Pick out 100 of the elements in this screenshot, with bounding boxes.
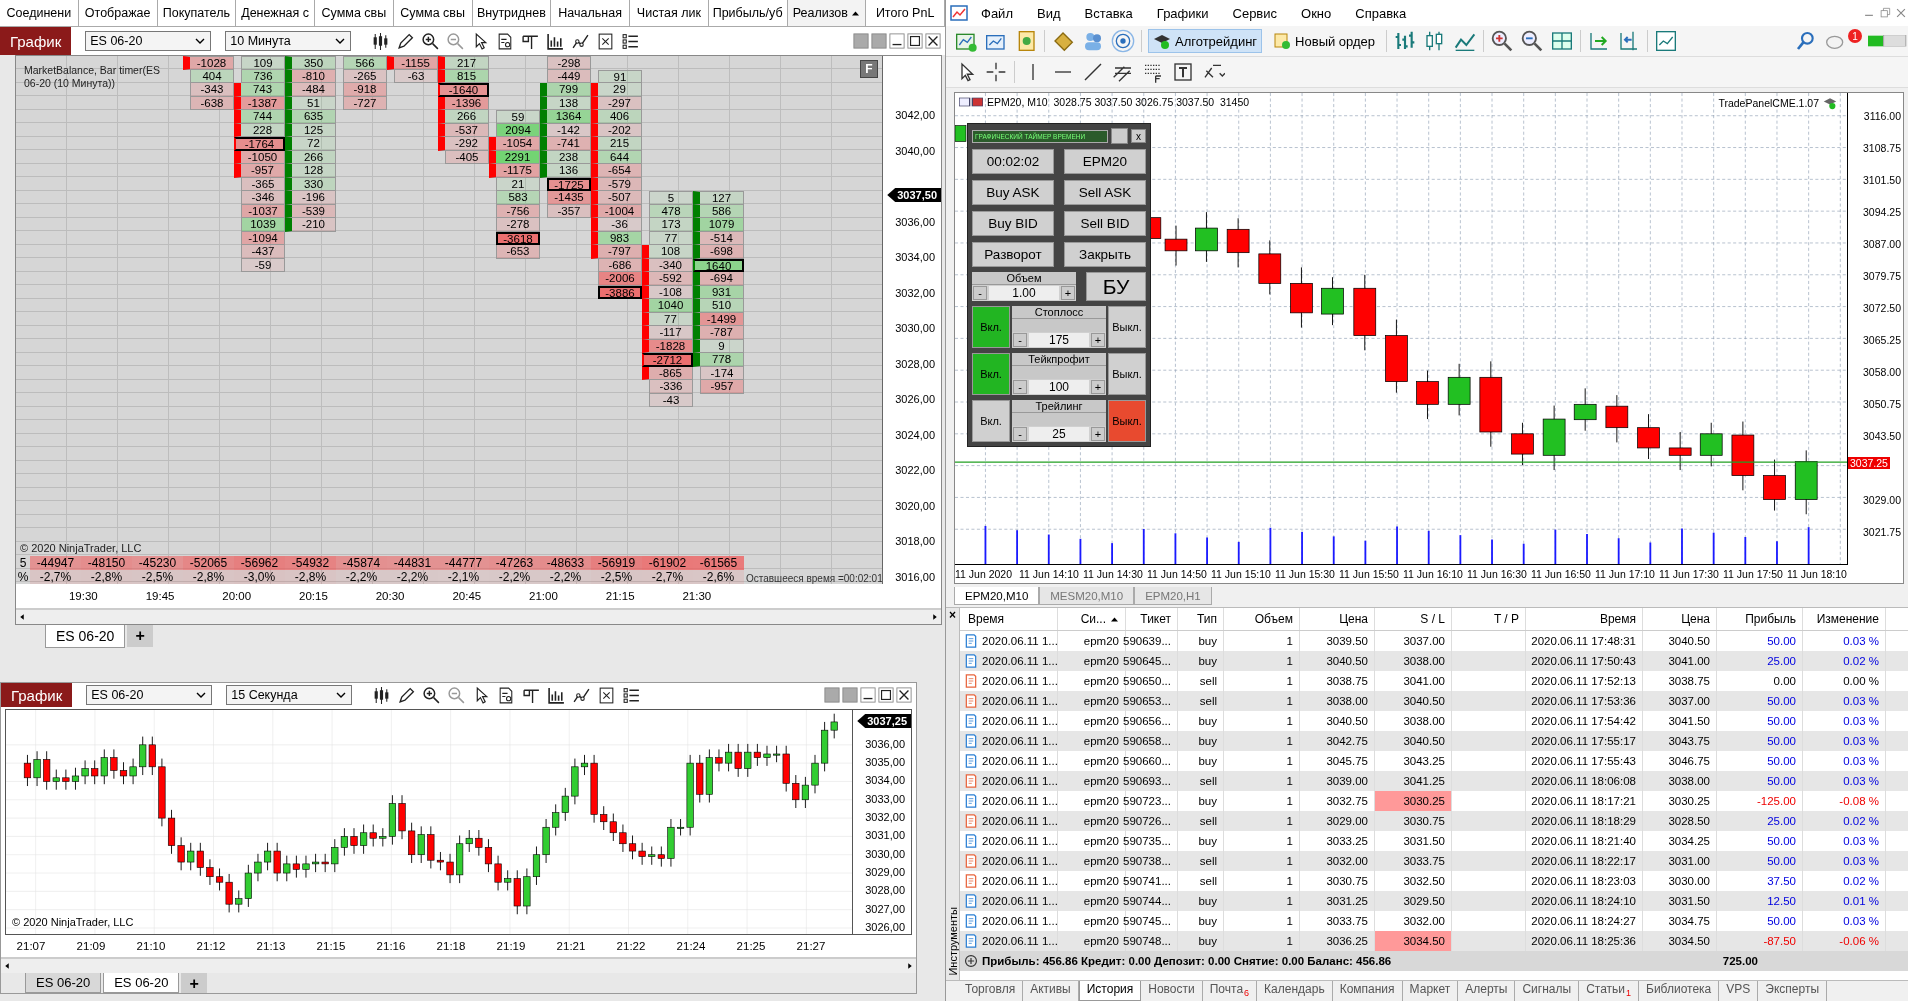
minimize-icon[interactable] [889, 33, 905, 49]
off-button[interactable]: Выкл. [1108, 400, 1146, 442]
timer-button[interactable]: 00:02:02 [972, 149, 1054, 174]
panel-tab[interactable]: Эксперты [1758, 981, 1827, 1001]
minus-button[interactable]: - [973, 286, 987, 300]
column-header[interactable]: Цена [1643, 608, 1717, 630]
zoom-out-icon[interactable] [1520, 29, 1545, 53]
chart-tab[interactable]: ES 06-20 [103, 973, 180, 993]
instrument-dropdown[interactable]: ES 06-20 [85, 31, 212, 51]
chart-button[interactable]: График [1, 683, 73, 707]
panel-tab[interactable]: Активы [1023, 981, 1079, 1001]
period-dropdown[interactable]: 10 Минута [225, 31, 352, 51]
tile-windows-icon[interactable] [1550, 29, 1575, 53]
on-button[interactable]: Вкл. [972, 306, 1010, 348]
column-header[interactable]: Время [960, 608, 1058, 630]
zoom-in-icon[interactable] [422, 685, 442, 705]
panel-tab[interactable]: Маркет [1402, 981, 1459, 1001]
menu-item[interactable]: Графики [1145, 5, 1220, 21]
on-button[interactable]: Вкл. [972, 400, 1010, 442]
histogram-icon[interactable] [547, 685, 567, 705]
trade-button[interactable]: Разворот [972, 242, 1054, 267]
crosshair-icon[interactable] [984, 60, 1008, 84]
trade-button[interactable]: Buy BID [972, 211, 1054, 236]
off-button[interactable]: Выкл. [1108, 306, 1146, 348]
column-header[interactable]: Тип [1178, 608, 1224, 630]
trade-button[interactable]: Sell BID [1064, 211, 1146, 236]
menu-item[interactable]: Файл [970, 5, 1024, 21]
plus-button[interactable]: + [1091, 333, 1105, 347]
minus-button[interactable]: - [1013, 333, 1027, 347]
chart-tab[interactable]: ES 06-20 [25, 973, 102, 993]
trade-button[interactable]: Sell ASK [1064, 180, 1146, 205]
plus-button[interactable]: + [1061, 286, 1075, 300]
period-dropdown[interactable]: 15 Секунда [226, 685, 353, 705]
scroll-right-icon[interactable] [906, 961, 914, 971]
minus-button[interactable]: - [1013, 380, 1027, 394]
minimize-icon[interactable] [860, 687, 876, 703]
template-icon[interactable] [1654, 29, 1679, 53]
minus-button[interactable]: - [1013, 427, 1027, 441]
scroll-left-icon[interactable] [3, 961, 11, 971]
column-header[interactable]: Прибыль [1717, 608, 1803, 630]
plus-button[interactable]: + [1091, 380, 1105, 394]
off-button[interactable]: Выкл. [1108, 353, 1146, 395]
chart-tab[interactable]: EPM20,M10 [954, 587, 1040, 605]
panel-tab[interactable]: Библиотека [1639, 981, 1720, 1001]
zoom-in-icon[interactable] [421, 31, 441, 51]
algo-trading-button[interactable]: Алготрейдинг [1148, 29, 1263, 53]
f-button[interactable]: F [860, 60, 878, 78]
expand-icon[interactable] [964, 954, 978, 968]
menu-item[interactable]: Вставка [1073, 5, 1144, 21]
list-icon[interactable] [621, 31, 641, 51]
text-box-icon[interactable] [1171, 60, 1195, 84]
value-field[interactable]: 1.00 [989, 286, 1059, 300]
column-header[interactable]: Реализов [787, 0, 867, 26]
scroll-right-icon[interactable] [931, 612, 939, 622]
menu-item[interactable]: Сервис [1221, 5, 1289, 21]
panel-tab[interactable]: Торговля [958, 981, 1024, 1001]
panel-tab[interactable]: Алерты [1458, 981, 1516, 1001]
trade-button[interactable]: Закрыть [1064, 242, 1146, 267]
side-panel-label[interactable]: Инструменты [946, 907, 959, 976]
zoom-in-icon[interactable] [1490, 29, 1515, 53]
value-field[interactable]: 175 [1029, 333, 1089, 347]
histogram-icon[interactable] [546, 31, 566, 51]
instrument-dropdown[interactable]: ES 06-20 [86, 685, 213, 705]
new-order-button[interactable]: Новый ордер [1268, 29, 1381, 53]
zoom-out-icon[interactable] [447, 685, 467, 705]
column-header[interactable]: Время [1526, 608, 1643, 630]
menu-item[interactable]: Окно [1290, 5, 1343, 21]
chart-button[interactable]: График [0, 27, 72, 55]
column-header[interactable]: S / L [1375, 608, 1452, 630]
close-button[interactable]: × [949, 608, 956, 622]
chart-tab[interactable]: EPM20,H1 [1134, 587, 1212, 605]
close-icon[interactable] [925, 33, 941, 49]
chart-tab[interactable]: MESM20,M10 [1039, 587, 1135, 605]
signal-icon[interactable] [1111, 29, 1135, 53]
value-field[interactable]: 25 [1029, 427, 1089, 441]
chart-tab[interactable]: ES 06-20 [45, 625, 126, 648]
add-tab-button[interactable]: + [181, 973, 207, 993]
menu-item[interactable]: Вид [1025, 5, 1072, 21]
column-header[interactable]: Объем [1224, 608, 1300, 630]
maximize-icon[interactable] [878, 687, 894, 703]
panel-tab[interactable]: VPS [1719, 981, 1759, 1001]
list-icon[interactable] [622, 685, 642, 705]
panel-tab[interactable]: Сигналы [1515, 981, 1580, 1001]
pencil-icon[interactable] [397, 685, 417, 705]
symbol-button[interactable]: EPM20 [1064, 149, 1146, 174]
column-header[interactable]: Цена [1300, 608, 1375, 630]
column-header[interactable]: Си... [1058, 608, 1126, 630]
maximize-icon[interactable] [907, 33, 923, 49]
on-button[interactable]: Вкл. [972, 353, 1010, 395]
plus-button[interactable]: + [1091, 427, 1105, 441]
trade-button[interactable]: Buy ASK [972, 180, 1054, 205]
column-header[interactable]: Тикет [1126, 608, 1178, 630]
close-icon[interactable] [896, 687, 912, 703]
scroll-left-icon[interactable] [18, 612, 26, 622]
value-field[interactable]: 100 [1029, 380, 1089, 394]
pencil-icon[interactable] [396, 31, 416, 51]
panel-tab[interactable]: Новости [1141, 981, 1203, 1001]
panel-tab[interactable]: История [1078, 981, 1142, 1001]
column-header[interactable]: Изменение [1803, 608, 1886, 630]
breakeven-button[interactable]: БУ [1086, 272, 1146, 301]
